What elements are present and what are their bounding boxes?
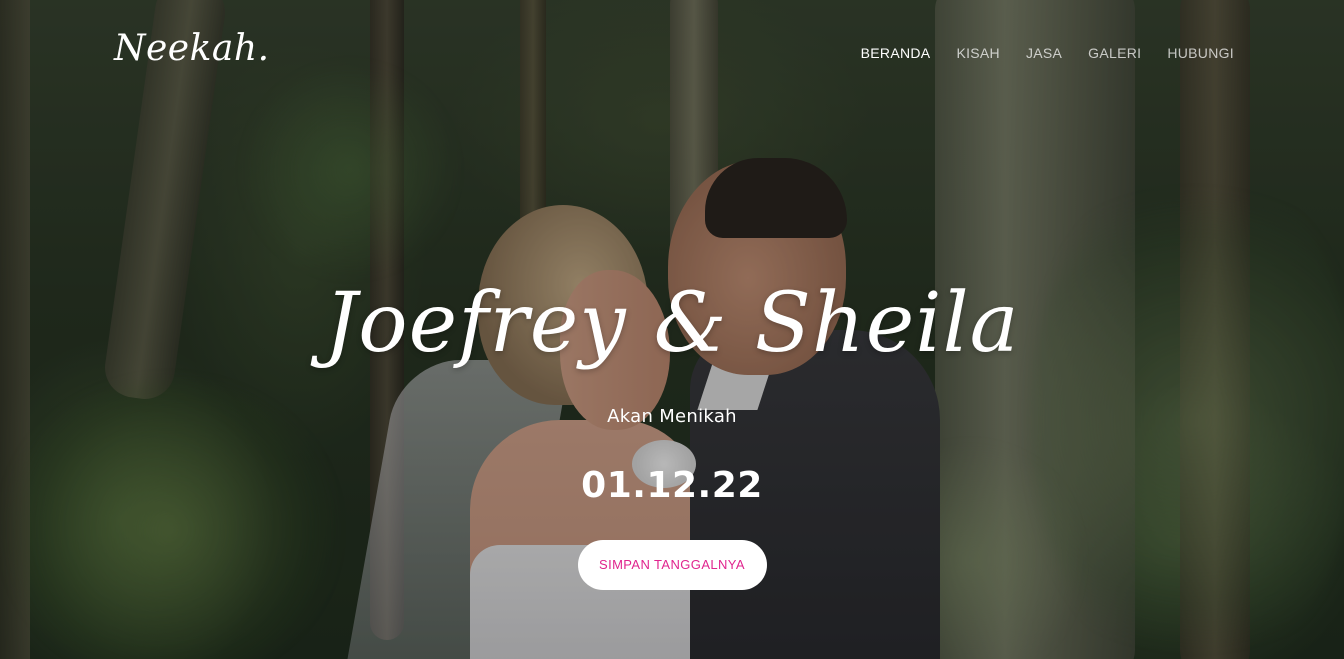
hero-content: Joefrey & Sheila Akan Menikah 01.12.22 S… xyxy=(0,262,1344,590)
nav-item-jasa: JASA xyxy=(1026,45,1062,63)
save-the-date-button[interactable]: SIMPAN TANGGALNYA xyxy=(577,540,767,590)
navbar: Neekah. BERANDA KISAH JASA GALERI HUBUNG… xyxy=(0,0,1344,108)
nav-item-hubungi: HUBUNGI xyxy=(1167,45,1234,63)
wedding-date: 01.12.22 xyxy=(581,465,763,506)
hero-subtitle: Akan Menikah xyxy=(607,406,737,427)
nav-link-hubungi[interactable]: HUBUNGI xyxy=(1167,45,1234,61)
hero-section: Neekah. BERANDA KISAH JASA GALERI HUBUNG… xyxy=(0,0,1344,659)
nav-link-jasa[interactable]: JASA xyxy=(1026,45,1062,61)
nav-menu: BERANDA KISAH JASA GALERI HUBUNGI xyxy=(861,45,1234,63)
brand-logo[interactable]: Neekah. xyxy=(114,28,270,69)
nav-item-galeri: GALERI xyxy=(1088,45,1141,63)
nav-item-beranda: BERANDA xyxy=(861,45,931,63)
couple-names-heading: Joefrey & Sheila xyxy=(324,276,1020,371)
nav-link-kisah[interactable]: KISAH xyxy=(956,45,1000,61)
nav-link-beranda[interactable]: BERANDA xyxy=(861,45,931,61)
nav-item-kisah: KISAH xyxy=(956,45,1000,63)
nav-link-galeri[interactable]: GALERI xyxy=(1088,45,1141,61)
